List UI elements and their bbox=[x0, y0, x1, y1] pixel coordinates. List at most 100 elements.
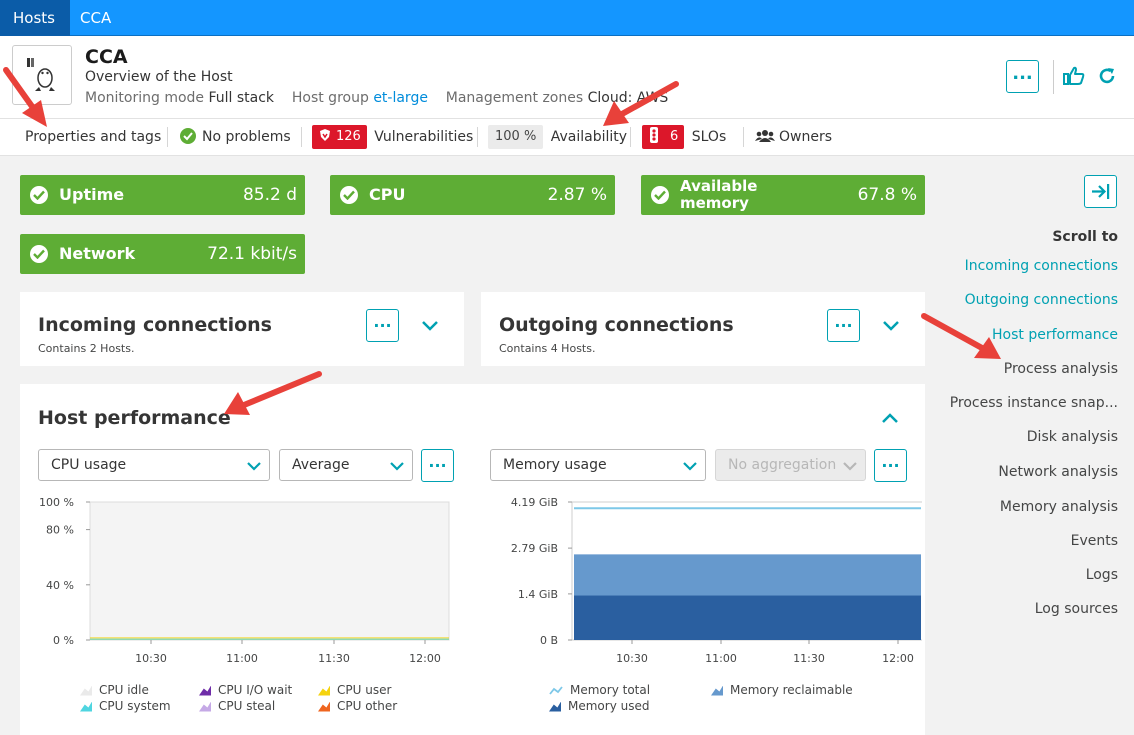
nav-outgoing-connections[interactable]: Outgoing connections bbox=[965, 292, 1118, 308]
host-group-link[interactable]: et-large bbox=[373, 90, 428, 106]
memory-metric-select[interactable]: Memory usage bbox=[490, 449, 706, 481]
legend-label: CPU I/O wait bbox=[218, 683, 293, 697]
memory-usage-chart[interactable]: 4.19 GiB 2.79 GiB 1.4 GiB 0 B 10:30 11:00 11:3… bbox=[472, 492, 922, 667]
chevron-down-icon[interactable] bbox=[882, 320, 900, 332]
cpu-aggregation-select[interactable]: Average bbox=[279, 449, 413, 481]
memory-x-tick-label: 12:00 bbox=[882, 652, 914, 665]
memory-x-tick-label: 11:30 bbox=[793, 652, 825, 665]
outgoing-connections-card: Outgoing connections Contains 4 Hosts. .… bbox=[481, 292, 925, 366]
nav-disk-analysis[interactable]: Disk analysis bbox=[1027, 429, 1118, 445]
vulnerabilities-status[interactable]: 126 Vulnerabilities bbox=[312, 119, 473, 155]
scroll-to-heading: Scroll to bbox=[1052, 229, 1118, 245]
legend-swatch bbox=[80, 701, 92, 712]
chevron-down-icon bbox=[843, 462, 857, 471]
refresh-icon[interactable] bbox=[1097, 66, 1117, 86]
legend-memory-reclaimable[interactable]: Memory reclaimable bbox=[711, 683, 853, 697]
incoming-connections-title: Incoming connections bbox=[38, 314, 272, 336]
outgoing-connections-subtitle: Contains 4 Hosts. bbox=[499, 342, 596, 355]
availability-status[interactable]: 100 % Availability bbox=[488, 119, 627, 155]
vulnerabilities-count: 126 bbox=[336, 129, 361, 144]
nav-incoming-connections[interactable]: Incoming connections bbox=[965, 258, 1118, 274]
management-zones-value: Cloud: AWS bbox=[587, 90, 669, 106]
outgoing-more-button[interactable]: ... bbox=[827, 309, 860, 342]
chevron-down-icon bbox=[390, 462, 404, 471]
legend-label: Memory reclaimable bbox=[730, 683, 853, 697]
host-header: CCA Overview of the Host Monitoring mode… bbox=[0, 36, 1134, 118]
legend-memory-used[interactable]: Memory used bbox=[549, 699, 649, 713]
annotation-arrow bbox=[921, 313, 1001, 359]
host-info-bar: Properties and tags No problems 126 Vuln… bbox=[0, 118, 1134, 156]
legend-swatch bbox=[318, 685, 330, 696]
owners-link[interactable]: Owners bbox=[755, 119, 832, 155]
availability-label: Availability bbox=[550, 129, 628, 145]
legend-cpu-idle[interactable]: CPU idle bbox=[80, 683, 149, 697]
legend-label: Memory used bbox=[568, 699, 650, 713]
network-label: Network bbox=[59, 244, 136, 263]
vulnerabilities-label: Vulnerabilities bbox=[374, 129, 474, 145]
legend-label: CPU idle bbox=[99, 683, 149, 697]
incoming-more-button[interactable]: ... bbox=[366, 309, 399, 342]
nav-log-sources[interactable]: Log sources bbox=[1035, 601, 1118, 617]
available-memory-tile[interactable]: Available memory 67.8 % bbox=[641, 175, 925, 215]
check-icon bbox=[30, 186, 48, 204]
legend-swatch bbox=[80, 685, 92, 696]
check-icon bbox=[30, 245, 48, 263]
legend-cpu-user[interactable]: CPU user bbox=[318, 683, 391, 697]
owners-icon bbox=[755, 130, 775, 142]
legend-memory-total[interactable]: Memory total bbox=[549, 683, 650, 697]
cpu-usage-chart[interactable]: 100 % 80 % 40 % 0 % 10:30 11:00 11:30 12:00 bbox=[20, 492, 460, 667]
network-tile[interactable]: Network 72.1 kbit/s bbox=[20, 234, 305, 274]
properties-and-tags-link[interactable]: Properties and tags bbox=[25, 119, 161, 155]
breadcrumb-separator bbox=[60, 0, 70, 36]
nav-events[interactable]: Events bbox=[1071, 533, 1118, 549]
cpu-label: CPU bbox=[369, 185, 406, 204]
cpu-chart-more-button[interactable]: ... bbox=[421, 449, 454, 482]
slos-status[interactable]: 6 SLOs bbox=[642, 119, 726, 155]
nav-memory-analysis[interactable]: Memory analysis bbox=[1000, 499, 1118, 515]
breadcrumb-current[interactable]: CCA bbox=[80, 0, 111, 36]
slos-count: 6 bbox=[670, 129, 679, 144]
chevron-up-icon[interactable] bbox=[881, 412, 899, 424]
memory-chart-more-button[interactable]: ... bbox=[874, 449, 907, 482]
legend-line-swatch bbox=[549, 685, 563, 695]
traffic-light-icon bbox=[650, 127, 658, 143]
host-performance-card: Host performance CPU usage Average ... M… bbox=[20, 384, 925, 735]
available-memory-label-line2: memory bbox=[680, 194, 749, 212]
cpu-metric-value: CPU usage bbox=[51, 457, 127, 473]
cpu-y-tick-label: 80 % bbox=[46, 524, 74, 537]
collapse-sidebar-button[interactable] bbox=[1084, 175, 1117, 208]
cpu-metric-select[interactable]: CPU usage bbox=[38, 449, 270, 481]
legend-swatch bbox=[199, 685, 211, 696]
available-memory-label-line1: Available bbox=[680, 177, 758, 195]
problems-status[interactable]: No problems bbox=[180, 119, 291, 155]
legend-cpu-steal[interactable]: CPU steal bbox=[199, 699, 275, 713]
legend-label: Memory total bbox=[570, 683, 651, 697]
cpu-tile[interactable]: CPU 2.87 % bbox=[330, 175, 615, 215]
legend-cpu-other[interactable]: CPU other bbox=[318, 699, 397, 713]
thumbs-up-icon[interactable] bbox=[1063, 66, 1085, 86]
availability-badge: 100 % bbox=[488, 125, 544, 149]
legend-swatch bbox=[318, 701, 330, 712]
more-actions-button[interactable]: ... bbox=[1006, 60, 1039, 93]
uptime-tile[interactable]: Uptime 85.2 d bbox=[20, 175, 305, 215]
collapse-right-icon bbox=[1092, 184, 1110, 199]
legend-cpu-io-wait[interactable]: CPU I/O wait bbox=[199, 683, 292, 697]
available-memory-label: Available memory bbox=[680, 178, 757, 212]
nav-logs[interactable]: Logs bbox=[1086, 567, 1118, 583]
available-memory-value: 67.8 % bbox=[857, 185, 917, 205]
header-divider bbox=[1053, 60, 1054, 94]
nav-process-instance-snapshots[interactable]: Process instance snap... bbox=[950, 395, 1118, 411]
management-zones-label: Management zones bbox=[445, 90, 584, 106]
nav-host-performance[interactable]: Host performance bbox=[992, 327, 1118, 343]
legend-cpu-system[interactable]: CPU system bbox=[80, 699, 171, 713]
chevron-down-icon[interactable] bbox=[421, 320, 439, 332]
cpu-y-tick-label: 0 % bbox=[53, 634, 74, 647]
chevron-down-icon bbox=[683, 462, 697, 471]
page-subtitle: Overview of the Host bbox=[85, 69, 233, 85]
cpu-x-tick-label: 11:30 bbox=[318, 652, 350, 665]
info-divider bbox=[167, 127, 168, 147]
shield-icon bbox=[320, 129, 330, 141]
nav-network-analysis[interactable]: Network analysis bbox=[998, 464, 1118, 480]
uptime-label: Uptime bbox=[59, 185, 125, 204]
nav-process-analysis[interactable]: Process analysis bbox=[1004, 361, 1118, 377]
